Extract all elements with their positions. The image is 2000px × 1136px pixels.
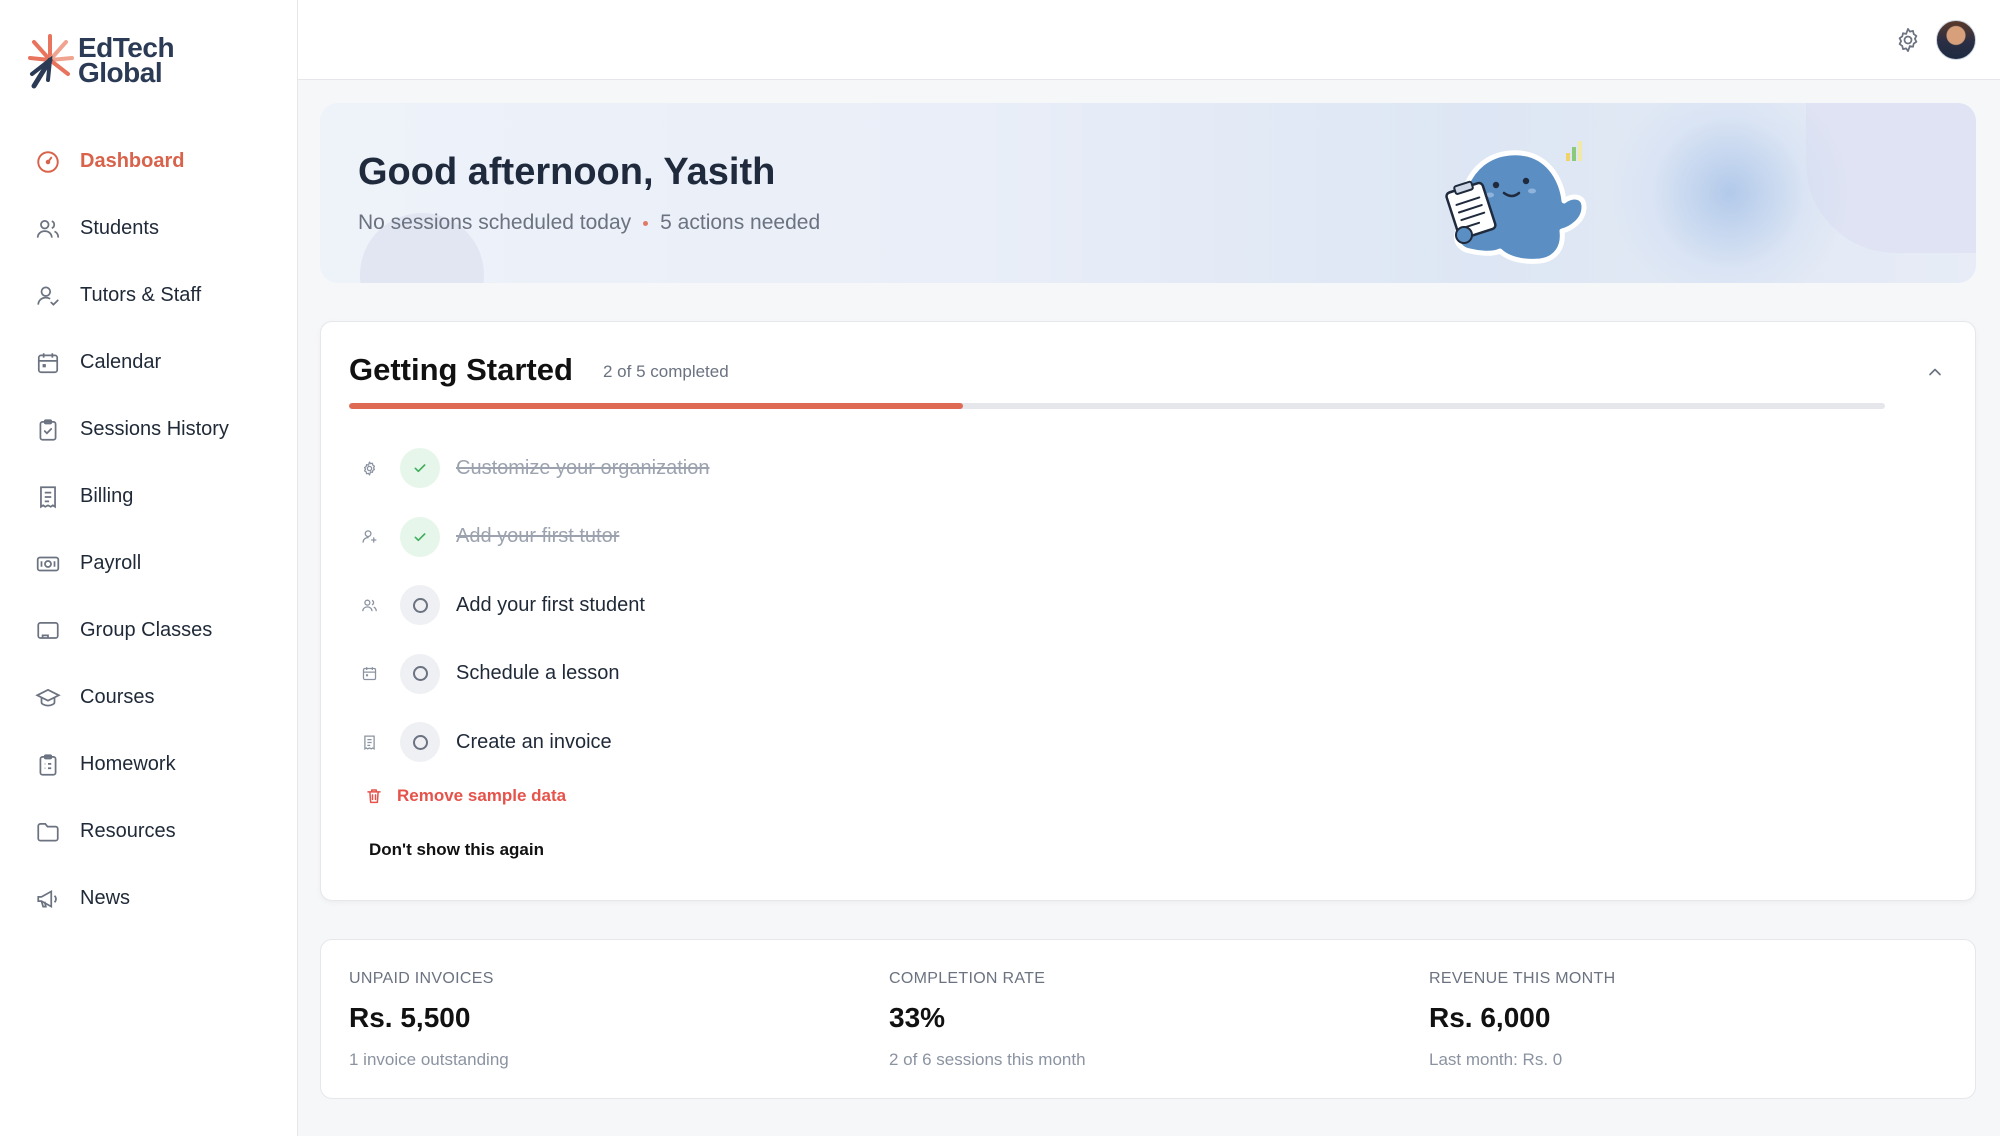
greeting-title: Good afternoon, Yasith (358, 151, 776, 193)
task-label: Customize your organization (456, 456, 710, 479)
receipt-icon (359, 732, 379, 752)
sidebar-item-courses[interactable]: Courses (0, 664, 298, 731)
circle-icon (400, 722, 440, 763)
calendar-icon (34, 349, 62, 377)
sidebar-item-payroll[interactable]: Payroll (0, 530, 298, 597)
trash-icon (367, 789, 381, 804)
banknote-icon (34, 550, 62, 578)
sidebar-item-billing[interactable]: Billing (0, 463, 298, 530)
actions-needed[interactable]: 5 actions needed (660, 211, 820, 235)
sidebar-item-resources[interactable]: Resources (0, 798, 298, 865)
receipt-icon (34, 483, 62, 511)
dont-show-again-button[interactable]: Don't show this again (369, 840, 544, 860)
check-icon (400, 448, 440, 489)
decorative-glow (1600, 103, 1860, 283)
onboarding-progress-bar (349, 403, 1885, 409)
remove-sample-data-button[interactable]: Remove sample data (365, 786, 566, 806)
sidebar-item-label: Resources (80, 820, 176, 842)
getting-started-card: Getting Started 2 of 5 completed Customi… (320, 321, 1976, 901)
sidebar-nav: Dashboard Students Tutors & Staff Calend… (0, 128, 298, 932)
sessions-status: No sessions scheduled today (358, 211, 632, 234)
sidebar-item-label: Sessions History (80, 418, 229, 440)
task-add-first-student[interactable]: Add your first student (359, 571, 709, 640)
clipboard-check-icon (34, 416, 62, 444)
sidebar-item-label: Courses (80, 686, 155, 708)
gear-icon (359, 458, 379, 478)
circle-icon (400, 653, 440, 694)
greeting-subline: No sessions scheduled today 5 actions ne… (358, 211, 820, 235)
user-avatar[interactable] (1936, 20, 1976, 60)
sidebar-item-label: Calendar (80, 351, 162, 373)
stat-label: REVENUE THIS MONTH (1429, 970, 1616, 987)
stat-value: 33% (889, 1002, 946, 1033)
sidebar-item-label: Payroll (80, 552, 142, 574)
sidebar-item-sessions-history[interactable]: Sessions History (0, 396, 298, 463)
sidebar-item-news[interactable]: News (0, 865, 298, 932)
mascot-illustration (1445, 141, 1587, 264)
sidebar-item-label: Billing (80, 485, 134, 507)
completion-count: 2 of 5 completed (603, 362, 729, 381)
stat-label: COMPLETION RATE (889, 970, 1046, 987)
gauge-icon (34, 148, 62, 176)
sidebar-item-label: Group Classes (80, 619, 213, 641)
stat-completion-rate: COMPLETION RATE 33% 2 of 6 sessions this… (889, 970, 1086, 1070)
stats-card: UNPAID INVOICES Rs. 5,500 1 invoice outs… (320, 939, 1976, 1099)
graduation-cap-icon (34, 684, 62, 712)
stat-note: Last month: Rs. 0 (1429, 1050, 1563, 1069)
task-label: Schedule a lesson (456, 662, 620, 685)
brand-logo[interactable]: EdTech Global (26, 30, 175, 90)
brand-mark-icon (28, 34, 74, 89)
stat-revenue-this-month: REVENUE THIS MONTH Rs. 6,000 Last month:… (1429, 970, 1615, 1070)
sidebar-item-tutors-staff[interactable]: Tutors & Staff (0, 262, 298, 329)
chevron-up-icon[interactable] (1925, 362, 1945, 382)
top-bar (298, 0, 2000, 80)
sidebar-item-label: Tutors & Staff (80, 284, 202, 306)
stat-note: 2 of 6 sessions this month (889, 1050, 1086, 1069)
getting-started-title: Getting Started (349, 352, 573, 387)
sidebar-item-label: Students (80, 217, 159, 239)
task-customize-organization[interactable]: Customize your organization (359, 434, 709, 503)
megaphone-icon (34, 885, 62, 913)
sidebar-item-dashboard[interactable]: Dashboard (0, 128, 298, 195)
sidebar-item-homework[interactable]: Homework (0, 731, 298, 798)
task-create-invoice[interactable]: Create an invoice (359, 708, 709, 777)
sidebar-item-calendar[interactable]: Calendar (0, 329, 298, 396)
screen-icon (34, 617, 62, 645)
sidebar-item-label: Dashboard (80, 150, 185, 172)
sidebar-item-group-classes[interactable]: Group Classes (0, 597, 298, 664)
progress-fill (349, 403, 964, 409)
circle-icon (400, 585, 440, 626)
folder-icon (34, 818, 62, 846)
calendar-icon (359, 664, 379, 684)
stat-value: Rs. 6,000 (1429, 1002, 1551, 1033)
users-icon (359, 595, 379, 615)
separator-dot (643, 220, 649, 226)
user-plus-icon (359, 527, 379, 547)
check-icon (400, 516, 440, 557)
stat-value: Rs. 5,500 (349, 1002, 471, 1033)
sidebar-item-label: Homework (80, 753, 176, 775)
brand-name: EdTech Global (78, 32, 175, 88)
task-label: Add your first tutor (456, 525, 620, 548)
gear-icon[interactable] (1894, 26, 1922, 54)
clipboard-list-icon (34, 751, 62, 779)
task-schedule-lesson[interactable]: Schedule a lesson (359, 640, 709, 709)
task-label: Add your first student (456, 593, 645, 616)
task-label: Create an invoice (456, 730, 612, 753)
task-list: Customize your organization Add your fir… (359, 434, 709, 777)
greeting-banner: Good afternoon, Yasith No sessions sched… (320, 103, 1976, 283)
stat-unpaid-invoices: UNPAID INVOICES Rs. 5,500 1 invoice outs… (349, 970, 509, 1070)
user-check-icon (34, 282, 62, 310)
sidebar: EdTech Global Dashboard Students Tutors … (0, 0, 298, 1136)
task-add-first-tutor[interactable]: Add your first tutor (359, 503, 709, 572)
stat-note: 1 invoice outstanding (349, 1050, 509, 1069)
stat-label: UNPAID INVOICES (349, 970, 494, 987)
remove-sample-data-label: Remove sample data (397, 786, 567, 805)
sidebar-item-students[interactable]: Students (0, 195, 298, 262)
users-icon (34, 215, 62, 243)
sidebar-item-label: News (80, 887, 131, 909)
